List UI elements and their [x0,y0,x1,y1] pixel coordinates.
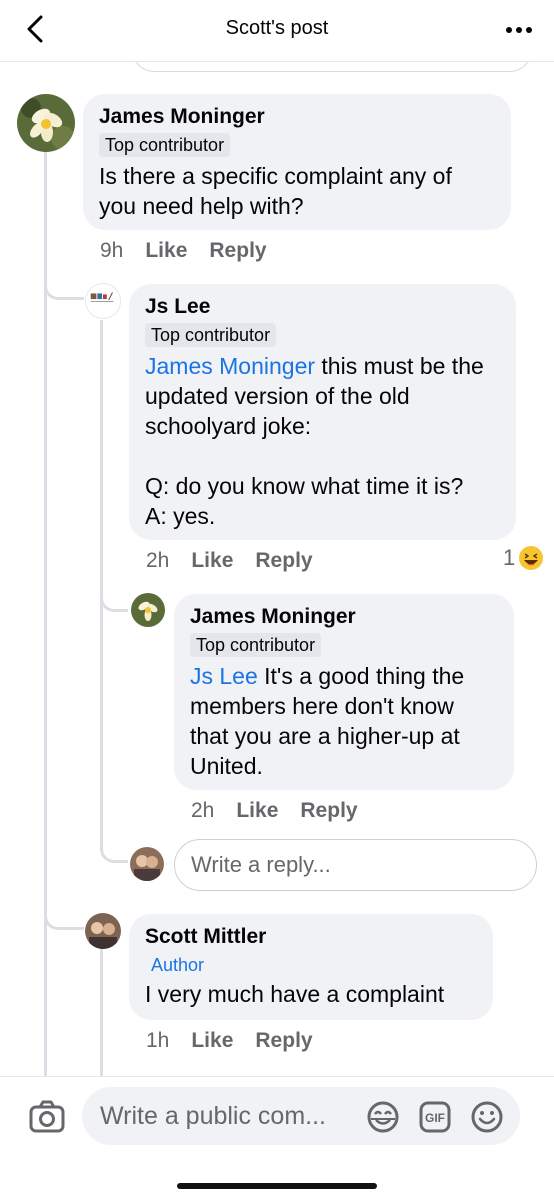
user-photo-icon [130,847,164,881]
commenter-name[interactable]: James Moninger [190,604,498,630]
comment-actions: 2h Like Reply [191,799,358,823]
comment-input-placeholder: Write a public com... [100,1102,327,1130]
thread-line [100,320,103,845]
comment-text: Is there a specific complaint any of you… [99,163,459,219]
reply-button[interactable]: Reply [255,549,312,573]
comment-bubble[interactable]: Scott Mittler Author I very much have a … [129,914,493,1020]
comment-input[interactable]: Write a public com... GIF [82,1087,520,1145]
like-button[interactable]: Like [191,1029,233,1053]
reaction-count: 1 [503,545,516,570]
comment-bubble[interactable]: Js Lee Top contributor James Moninger th… [129,284,516,540]
like-button[interactable]: Like [191,549,233,573]
avatar[interactable] [131,593,165,627]
like-button[interactable]: Like [236,799,278,823]
comment-actions: 9h Like Reply [100,239,267,263]
photo-thumbnail-icon [86,284,120,318]
timestamp: 1h [146,1029,170,1052]
comment-body: this must be the updated version of the … [145,353,484,529]
more-options-icon[interactable] [504,16,534,44]
thread-connector [44,282,84,300]
reply-input[interactable]: Write a reply... [174,839,537,891]
timestamp: 9h [100,239,124,262]
comment-actions: 2h Like Reply [146,549,313,573]
comment-actions: 1h Like Reply [146,1029,313,1053]
author-badge: Author [151,955,205,975]
mention-link[interactable]: James Moninger [145,353,315,379]
reply-button[interactable]: Reply [300,799,357,823]
post-header: Scott's post [0,0,554,62]
thread-connector [44,912,84,930]
comment-bubble[interactable]: James Moninger Top contributor Js Lee It… [174,594,514,790]
camera-icon[interactable] [28,1099,66,1135]
reply-button[interactable]: Reply [255,1029,312,1053]
comment-composer-bar: Write a public com... GIF [0,1076,554,1200]
current-user-avatar [130,847,164,881]
mention-link[interactable]: Js Lee [190,663,258,689]
thread-line [100,948,103,1078]
commenter-name[interactable]: Js Lee [145,294,500,320]
comment-text: James Moninger this must be the updated … [145,351,500,531]
avatar[interactable] [85,283,121,319]
avatar-sticker-icon[interactable] [366,1100,400,1134]
plumeria-flower-icon [17,94,75,152]
reply-button[interactable]: Reply [209,239,266,263]
top-contributor-badge: Top contributor [190,633,322,657]
user-photo-icon [85,913,121,949]
page-title: Scott's post [225,17,329,39]
top-contributor-badge: Top contributor [99,133,231,157]
like-button[interactable]: Like [145,239,187,263]
home-indicator [177,1183,377,1189]
comment-bubble[interactable]: James Moninger Top contributor Is there … [83,94,511,230]
timestamp: 2h [146,549,170,572]
top-contributor-badge: Top contributor [145,323,277,347]
haha-reaction-icon [519,546,544,570]
comment-text: I very much have a complaint [145,981,445,1007]
emoji-icon[interactable] [470,1100,504,1134]
comment-text: Js Lee It's a good thing the members her… [190,661,498,781]
thread-connector [100,594,128,612]
avatar[interactable] [85,913,121,949]
avatar[interactable] [17,94,75,152]
commenter-name[interactable]: James Moninger [99,104,495,130]
plumeria-flower-icon [131,593,165,627]
reaction-summary[interactable]: 1 [503,545,544,571]
commenter-name[interactable]: Scott Mittler [145,924,477,950]
timestamp: 2h [191,799,215,822]
gif-icon[interactable]: GIF [418,1100,452,1134]
svg-text:GIF: GIF [425,1111,445,1125]
thread-connector [100,845,128,863]
